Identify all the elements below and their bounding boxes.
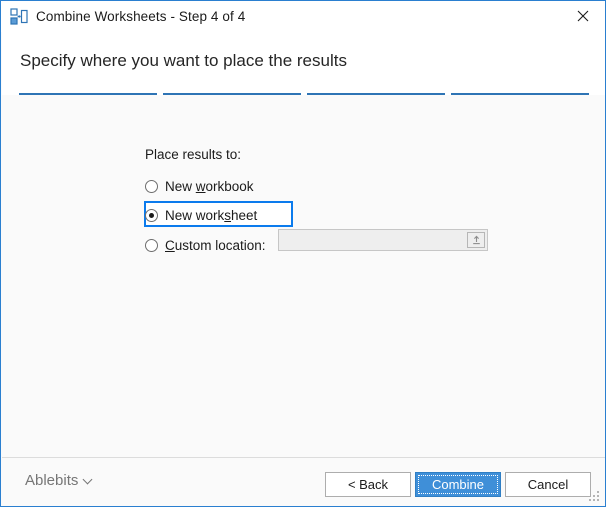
back-button[interactable]: < Back (325, 472, 411, 497)
combine-button-label: Combine (432, 477, 484, 492)
dialog-body: Place results to: New workbook New works… (2, 96, 605, 456)
radio-label-new-worksheet: New worksheet (165, 208, 257, 223)
step-segment-3 (307, 93, 445, 95)
close-icon[interactable] (560, 1, 605, 31)
radio-indicator-new-workbook[interactable] (145, 180, 158, 193)
step-segment-2 (163, 93, 301, 95)
custom-location-input[interactable] (278, 229, 488, 251)
radio-option-custom-location[interactable]: Custom location: (145, 233, 266, 257)
dialog-header: Specify where you want to place the resu… (2, 32, 605, 95)
resize-grip-icon[interactable] (589, 491, 601, 503)
radio-indicator-new-worksheet[interactable] (145, 209, 158, 222)
dialog-footer: Ablebits < Back Combine Cancel (2, 457, 605, 507)
radio-label-new-workbook: New workbook (165, 179, 254, 194)
cancel-button[interactable]: Cancel (505, 472, 591, 497)
cancel-button-label: Cancel (528, 477, 568, 492)
window-title: Combine Worksheets - Step 4 of 4 (36, 9, 245, 24)
radio-option-new-workbook[interactable]: New workbook (145, 174, 254, 198)
radio-label-custom-location: Custom location: (165, 238, 266, 253)
step-segment-4 (451, 93, 589, 95)
chevron-down-icon (84, 476, 93, 485)
place-results-label: Place results to: (145, 147, 241, 162)
back-button-label: < Back (348, 477, 388, 492)
combine-worksheets-icon (10, 8, 28, 26)
combine-worksheets-dialog: Combine Worksheets - Step 4 of 4 Specify… (0, 0, 606, 507)
page-title: Specify where you want to place the resu… (20, 51, 347, 71)
ablebits-label: Ablebits (25, 472, 78, 489)
ablebits-menu[interactable]: Ablebits (25, 472, 93, 489)
radio-indicator-custom-location[interactable] (145, 239, 158, 252)
step-segment-1 (19, 93, 157, 95)
radio-option-new-worksheet[interactable]: New worksheet (145, 203, 257, 227)
combine-button[interactable]: Combine (415, 472, 501, 497)
collapse-dialog-icon[interactable] (467, 232, 485, 248)
title-bar: Combine Worksheets - Step 4 of 4 (1, 1, 605, 32)
